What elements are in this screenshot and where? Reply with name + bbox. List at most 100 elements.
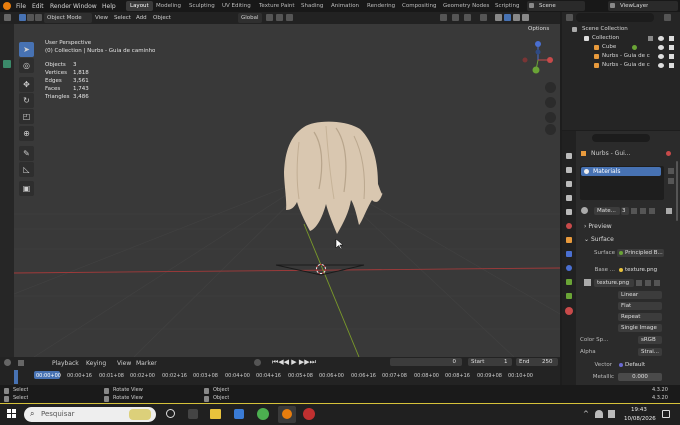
task-view-icon[interactable] xyxy=(166,409,175,418)
menu-object[interactable]: Object xyxy=(150,13,174,23)
projection-dropdown[interactable]: Flat xyxy=(618,302,662,310)
filter-funnel-icon[interactable] xyxy=(666,208,672,214)
tray-chevron-icon[interactable]: ^ xyxy=(583,410,589,418)
taskbar-search-input[interactable]: ⌕ Pesquisar xyxy=(24,407,156,422)
outliner-funnel-icon[interactable] xyxy=(664,14,671,21)
eye-icon[interactable] xyxy=(658,45,664,50)
timeline-toggle-icon[interactable] xyxy=(18,360,24,366)
eye-icon[interactable] xyxy=(658,36,664,41)
proportional-edit-icon[interactable] xyxy=(286,14,293,21)
shading-solid-icon[interactable] xyxy=(504,14,511,21)
image-unlink-icon[interactable] xyxy=(654,280,660,286)
eye-icon[interactable] xyxy=(658,63,664,68)
viewlayer-selector[interactable]: ViewLayer xyxy=(608,1,678,11)
shading-material-icon[interactable] xyxy=(513,14,520,21)
menu-timeline-view[interactable]: View xyxy=(117,360,131,367)
navigation-gizmo[interactable] xyxy=(520,38,556,76)
pan-view-icon[interactable] xyxy=(545,97,556,108)
options-dropdown[interactable]: Options xyxy=(528,26,549,32)
select-box-icon[interactable] xyxy=(19,14,26,21)
menu-keying[interactable]: Keying xyxy=(86,360,106,367)
pivot-icon[interactable] xyxy=(266,14,273,21)
tool-tab-icon[interactable] xyxy=(566,153,572,159)
tab-layout[interactable]: Layout xyxy=(126,1,153,11)
tab-animation[interactable]: Animation xyxy=(327,1,363,11)
alpha-dropdown[interactable]: Strai... xyxy=(638,348,662,356)
menu-render[interactable]: Render xyxy=(50,3,71,10)
scene-tab-icon[interactable] xyxy=(566,209,572,215)
add-slot-icon[interactable] xyxy=(668,168,674,174)
remove-slot-icon[interactable] xyxy=(668,178,674,184)
tab-modeling[interactable]: Modeling xyxy=(152,1,185,11)
material-name-field[interactable]: Mate... xyxy=(594,207,620,215)
section-preview[interactable]: › Preview xyxy=(584,223,612,230)
object-tab-icon[interactable] xyxy=(566,237,572,243)
current-frame-field[interactable]: 0 xyxy=(390,358,462,366)
transform-orientation-dropdown[interactable]: Global xyxy=(238,13,262,23)
windows-start-icon[interactable] xyxy=(7,409,17,419)
tool-add-cube[interactable]: ▣ xyxy=(19,181,34,196)
playback-controls[interactable]: ⏮◀◀ ▶ ▶▶⏭ xyxy=(272,358,316,367)
tab-uv-editing[interactable]: UV Editing xyxy=(218,1,255,11)
tool-move[interactable]: ✥ xyxy=(19,77,34,92)
extension-dropdown[interactable]: Repeat xyxy=(618,313,662,321)
menu-view[interactable]: View xyxy=(92,13,111,23)
colorspace-dropdown[interactable]: sRGB xyxy=(638,336,662,344)
tool-select-box[interactable]: ➤ xyxy=(19,42,34,57)
checkbox-icon[interactable] xyxy=(648,36,653,41)
menu-playback[interactable]: Playback xyxy=(52,360,79,367)
interpolation-dropdown[interactable]: Linear xyxy=(618,291,662,299)
snap-icon[interactable] xyxy=(276,14,283,21)
camera-view-icon[interactable] xyxy=(545,112,556,123)
camera-icon[interactable] xyxy=(669,63,674,68)
material-browse-icon[interactable] xyxy=(581,207,588,214)
shading-rendered-icon[interactable] xyxy=(522,14,529,21)
menu-file[interactable]: File xyxy=(16,3,26,10)
material-tab-icon[interactable] xyxy=(565,307,573,315)
gizmo-icon[interactable] xyxy=(452,14,459,21)
duplicate-icon[interactable] xyxy=(640,208,646,214)
outliner-row-scene-collection[interactable]: Scene Collection xyxy=(562,26,680,35)
clock-time[interactable]: 19:43 xyxy=(631,407,647,413)
visibility-icon[interactable] xyxy=(440,14,447,21)
volume-icon[interactable] xyxy=(608,410,615,418)
timeline-editor-type-icon[interactable] xyxy=(4,359,11,366)
properties-scrollbar[interactable] xyxy=(676,161,678,221)
outliner-row-nurbs-1[interactable]: Nurbs - Guia de c xyxy=(562,53,680,62)
camera-icon[interactable] xyxy=(669,36,674,41)
output-tab-icon[interactable] xyxy=(566,181,572,187)
ortho-toggle-icon[interactable] xyxy=(545,124,556,135)
outliner-row-collection[interactable]: Collection xyxy=(562,35,680,44)
end-frame-field[interactable]: End 250 xyxy=(516,358,558,366)
fake-user-icon[interactable] xyxy=(631,208,637,214)
image-browse-icon[interactable] xyxy=(584,279,591,286)
render-tab-icon[interactable] xyxy=(566,167,572,173)
tab-texture-paint[interactable]: Texture Paint xyxy=(255,1,299,11)
outliner-search-input[interactable] xyxy=(576,13,654,22)
material-users-count[interactable]: 3 xyxy=(621,207,629,215)
file-explorer-icon[interactable] xyxy=(210,409,221,419)
material-slot-item[interactable]: Materials xyxy=(581,167,661,176)
tab-shading[interactable]: Shading xyxy=(297,1,327,11)
shading-wireframe-icon[interactable] xyxy=(495,14,502,21)
camera-icon[interactable] xyxy=(669,54,674,59)
scene-selector[interactable]: Scene xyxy=(527,1,585,11)
tool-rotate[interactable]: ↻ xyxy=(19,93,34,108)
mode-dropdown[interactable]: Object Mode xyxy=(44,13,92,23)
properties-search-input[interactable] xyxy=(592,134,650,142)
xray-icon[interactable] xyxy=(480,14,487,21)
menu-help[interactable]: Help xyxy=(102,3,116,10)
notification-icon[interactable] xyxy=(662,410,670,418)
modifier-tab-icon[interactable] xyxy=(566,251,572,257)
menu-add[interactable]: Add xyxy=(133,13,150,23)
chrome-icon[interactable] xyxy=(257,408,269,420)
zoom-view-icon[interactable] xyxy=(545,82,556,93)
editor-type-icon[interactable] xyxy=(4,14,11,21)
obs-icon[interactable] xyxy=(303,408,315,420)
blender-logo-icon[interactable] xyxy=(3,2,11,10)
camera-icon[interactable] xyxy=(669,45,674,50)
select-subtract-icon[interactable] xyxy=(35,14,42,21)
menu-marker[interactable]: Marker xyxy=(136,360,157,367)
image-open-icon[interactable] xyxy=(645,280,651,286)
surface-shader-field[interactable]: Principled B... xyxy=(617,249,664,257)
